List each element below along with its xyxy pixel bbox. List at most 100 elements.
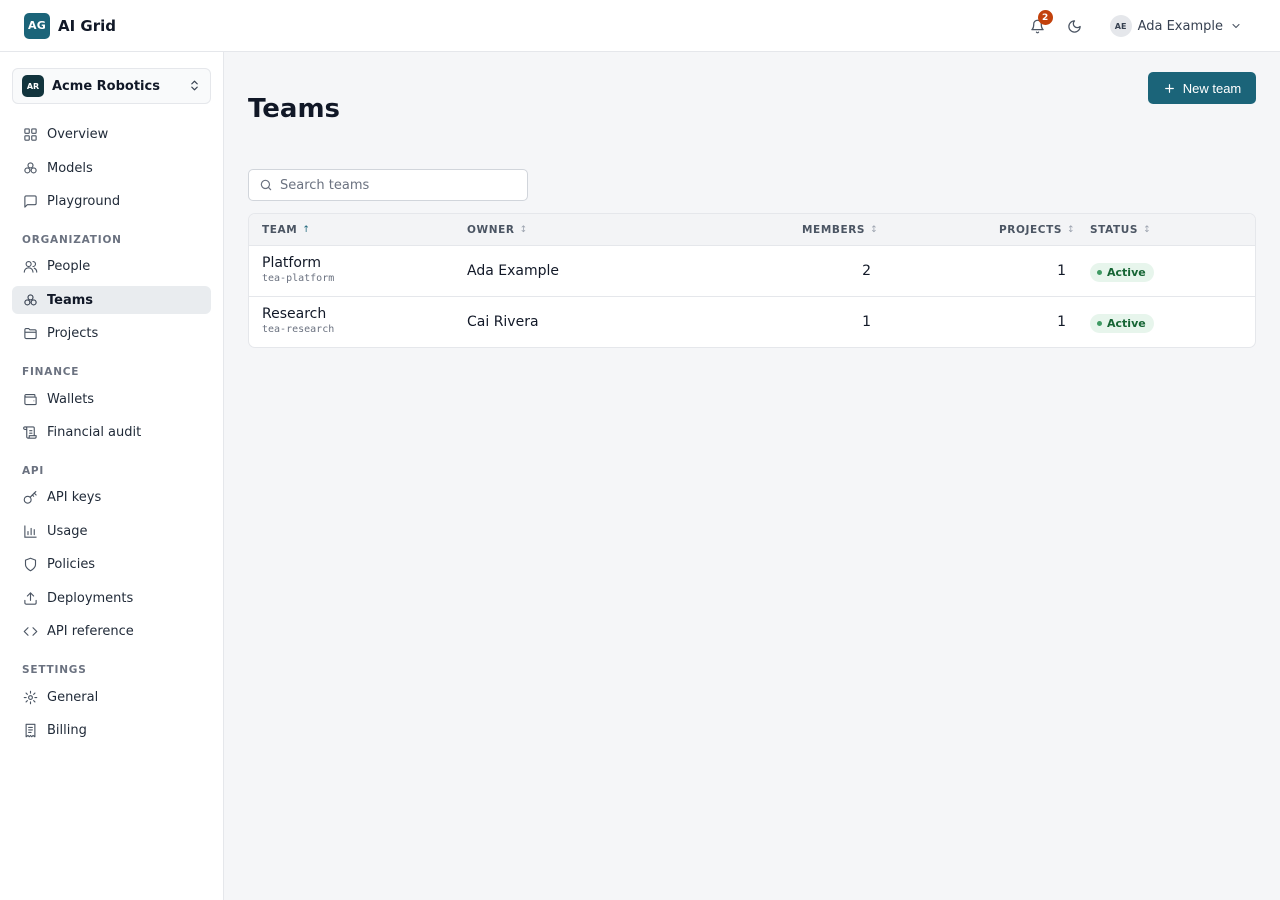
sidebar-item-models[interactable]: Models [12,154,211,182]
column-label: STATUS [1090,224,1139,236]
table-header: TEAM ↑ OWNER ↕ MEMBERS ↕ PROJECTS ↕ STAT… [249,214,1255,246]
members-cell: 2 [862,263,871,279]
sidebar-item-teams[interactable]: Teams [12,286,211,314]
team-slug: tea-platform [262,273,335,284]
sidebar-item-label: Teams [47,292,94,308]
sidebar-item-people[interactable]: People [12,252,211,280]
teams-table: TEAM ↑ OWNER ↕ MEMBERS ↕ PROJECTS ↕ STAT… [248,213,1256,348]
team-slug: tea-research [262,324,335,335]
sort-icon: ↕ [870,225,879,235]
sidebar-item-label: Usage [47,523,88,539]
nav-section-finance: FINANCE [22,366,80,378]
sidebar-item-wallets[interactable]: Wallets [12,385,211,413]
table-row[interactable]: Research tea-research Cai Rivera 1 1 Act… [249,297,1255,347]
sidebar: AR Acme Robotics Overview Models Playgro… [0,52,224,900]
code-icon [22,623,38,639]
notification-count-badge: 2 [1037,10,1053,25]
members-cell: 1 [862,314,871,330]
gear-icon [22,689,38,705]
user-avatar: AE [1109,15,1132,37]
column-header-team[interactable]: TEAM ↑ [262,224,310,236]
grid-icon [22,126,38,142]
column-label: TEAM [262,224,298,236]
sidebar-item-label: People [47,258,91,274]
sidebar-item-deployments[interactable]: Deployments [12,584,211,612]
sidebar-item-label: Deployments [47,590,134,606]
column-label: PROJECTS [999,224,1063,236]
search-icon [259,178,273,192]
brand-logo: AG [24,12,50,39]
column-header-owner[interactable]: OWNER ↕ [467,224,528,236]
status-badge: Active [1090,263,1154,282]
chevrons-up-down-icon [188,79,201,96]
wallet-icon [22,391,38,407]
sort-icon: ↕ [519,225,528,235]
theme-toggle-button[interactable] [1064,15,1086,37]
key-icon [22,489,38,505]
table-row[interactable]: Platform tea-platform Ada Example 2 1 Ac… [249,246,1255,297]
sidebar-item-usage[interactable]: Usage [12,517,211,545]
header-actions: 2 AE Ada Example [1027,0,1242,52]
status-dot-icon [1097,321,1102,326]
sidebar-item-label: Financial audit [47,424,142,440]
sort-icon: ↕ [1067,225,1076,235]
search-box [248,169,528,201]
models-icon [22,160,38,176]
sidebar-item-label: Overview [47,126,109,142]
top-bar: AG AI Grid 2 AE Ada Example [0,0,1280,52]
column-header-members[interactable]: MEMBERS ↕ [802,224,878,236]
sidebar-item-label: Playground [47,193,121,209]
scroll-icon [22,424,38,440]
sidebar-item-projects[interactable]: Projects [12,319,211,347]
sidebar-item-api-reference[interactable]: API reference [12,617,211,645]
column-header-projects[interactable]: PROJECTS ↕ [999,224,1075,236]
owner-cell: Cai Rivera [467,314,539,330]
new-team-button[interactable]: New team [1148,72,1256,104]
folder-icon [22,325,38,341]
team-name[interactable]: Platform [262,255,334,271]
sidebar-item-label: Billing [47,722,87,738]
brand[interactable]: AG AI Grid [24,12,117,39]
column-label: MEMBERS [802,224,866,236]
sidebar-item-billing[interactable]: Billing [12,716,211,744]
sort-icon: ↕ [1143,225,1152,235]
projects-cell: 1 [1057,314,1066,330]
sidebar-item-label: API reference [47,623,134,639]
sidebar-item-api-keys[interactable]: API keys [12,483,211,511]
status-label: Active [1107,317,1146,330]
nav-section-api: API [22,465,45,477]
receipt-icon [22,722,38,738]
bar-chart-icon [22,523,38,539]
sidebar-item-overview[interactable]: Overview [12,120,211,148]
org-name: Acme Robotics [52,78,160,94]
org-avatar: AR [22,75,44,97]
team-cell: Platform tea-platform [262,255,334,284]
status-dot-icon [1097,270,1102,275]
shield-icon [22,556,38,572]
sidebar-item-label: API keys [47,489,102,505]
user-menu[interactable]: AE Ada Example [1109,15,1242,37]
team-name[interactable]: Research [262,306,334,322]
sidebar-item-financial-audit[interactable]: Financial audit [12,418,211,446]
search-input[interactable] [280,177,510,193]
sidebar-item-policies[interactable]: Policies [12,550,211,578]
page-title: Teams [248,94,341,124]
app-name: AI Grid [58,16,117,35]
moon-icon [1068,19,1081,33]
upload-icon [22,590,38,606]
projects-cell: 1 [1057,263,1066,279]
owner-cell: Ada Example [467,263,559,279]
plus-icon [1163,82,1176,95]
nav-section-organization: ORGANIZATION [22,234,122,246]
sidebar-item-playground[interactable]: Playground [12,187,211,215]
nav-section-settings: SETTINGS [22,664,87,676]
notifications-button[interactable]: 2 [1027,10,1053,37]
sidebar-item-general[interactable]: General [12,683,211,711]
new-team-label: New team [1182,80,1242,96]
chat-icon [22,193,38,209]
org-switcher[interactable]: AR Acme Robotics [12,68,211,104]
sidebar-item-label: Projects [47,325,99,341]
status-label: Active [1107,266,1146,279]
sidebar-item-label: Wallets [47,391,95,407]
column-header-status[interactable]: STATUS ↕ [1090,224,1151,236]
